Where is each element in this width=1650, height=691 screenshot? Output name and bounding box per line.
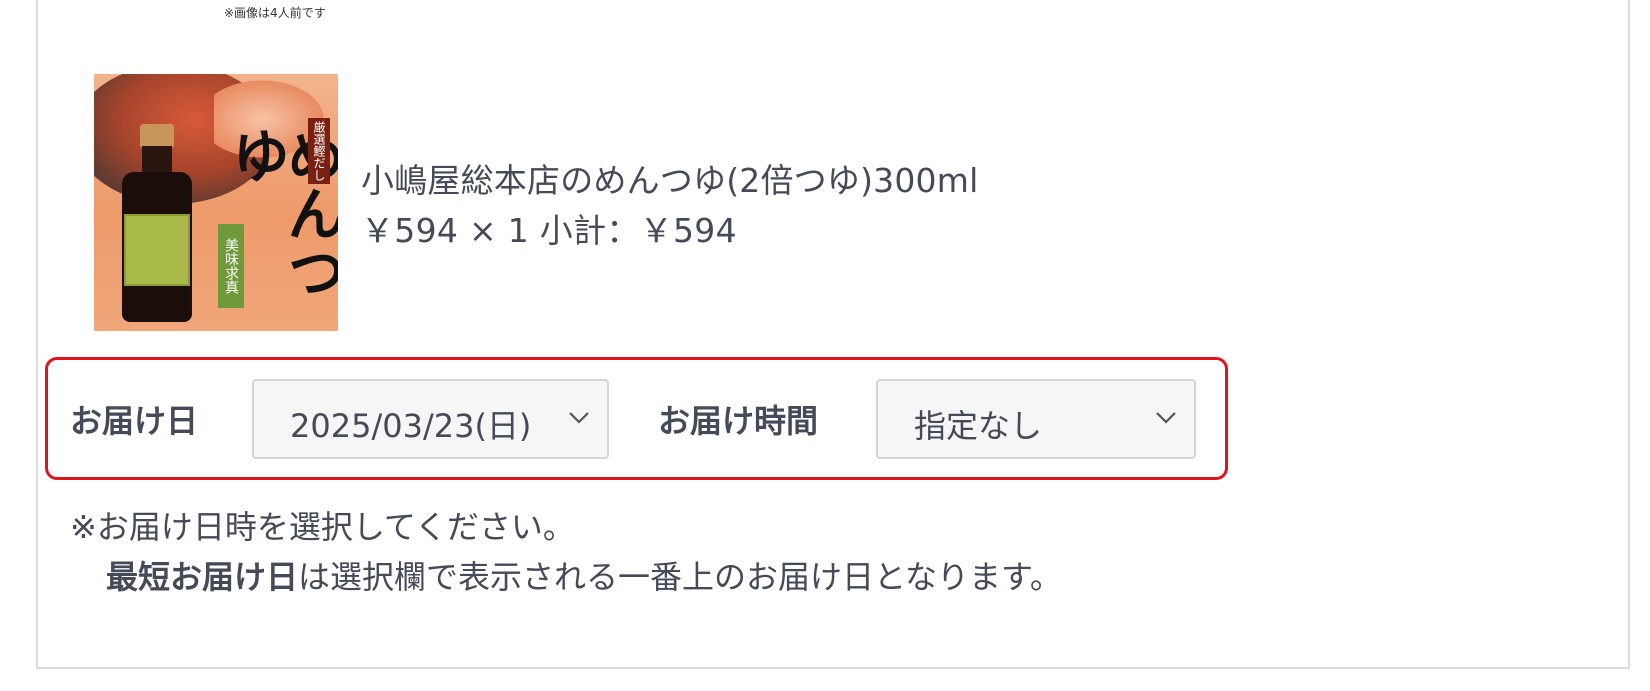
delivery-time-select[interactable]: 指定なし (876, 379, 1196, 459)
delivery-date-value: 2025/03/23(日) (290, 407, 532, 445)
bottle-neck (142, 146, 172, 174)
image-tag-top: 厳選鰹だし (308, 118, 330, 184)
delivery-note-line2: 最短お届け日は選択欄で表示される一番上のお届け日となります。 (106, 552, 1062, 598)
delivery-note-rest: は選択欄で表示される一番上のお届け日となります。 (298, 558, 1062, 596)
delivery-note-bold: 最短お届け日 (106, 558, 299, 596)
product-image: めんつゆ 厳選鰹だし 美味求真 (94, 74, 338, 331)
image-caption: ※画像は4人前です (224, 6, 326, 20)
bottle-cap (140, 124, 174, 148)
delivery-date-label: お届け日 (70, 402, 199, 440)
delivery-note-line1: ※お届け日時を選択してください。 (70, 508, 575, 546)
delivery-time-label: お届け時間 (658, 402, 819, 440)
delivery-time-value: 指定なし (914, 407, 1043, 445)
product-name: 小嶋屋総本店のめんつゆ(2倍つゆ)300ml (361, 161, 979, 200)
product-price-line: ￥594 × 1 小計：￥594 (361, 211, 737, 250)
image-tag-side: 美味求真 (218, 224, 244, 308)
chevron-down-icon (1156, 412, 1176, 424)
chevron-down-icon (569, 412, 589, 424)
delivery-date-select[interactable]: 2025/03/23(日) (252, 379, 609, 459)
bottle-label (124, 214, 190, 286)
